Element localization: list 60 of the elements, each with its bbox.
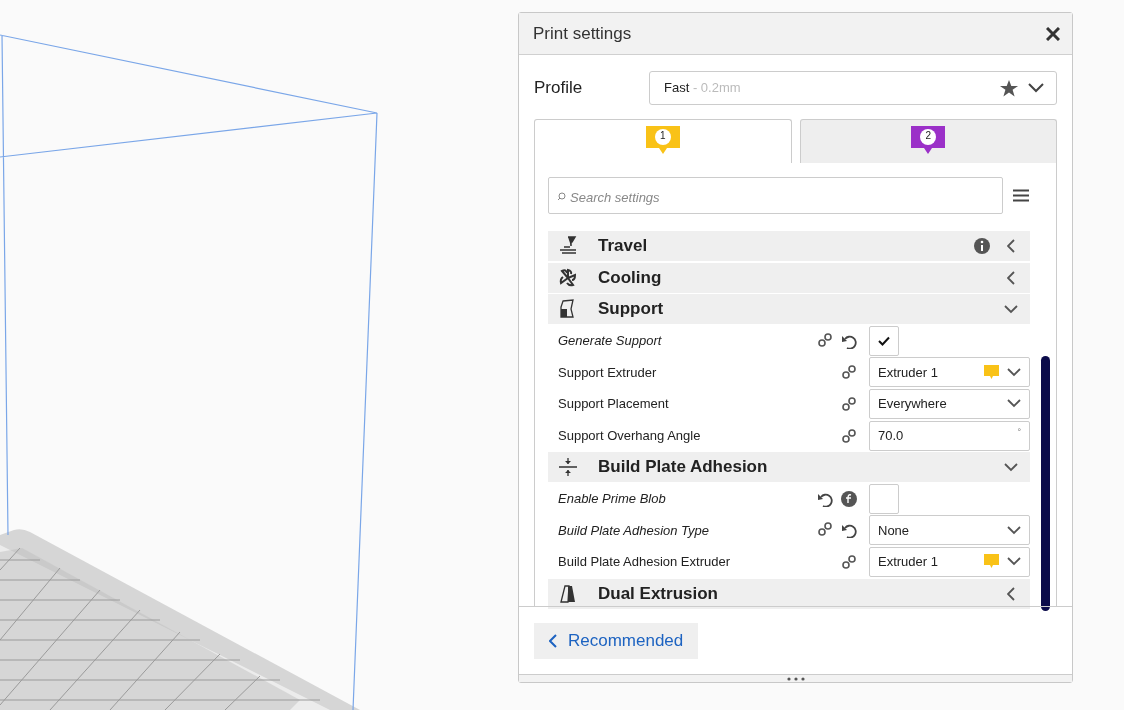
checkbox[interactable] xyxy=(869,483,899,514)
chevron-left-icon[interactable] xyxy=(1006,270,1016,285)
link-icon[interactable] xyxy=(841,554,857,569)
chevron-down-icon[interactable] xyxy=(1004,304,1018,314)
link-icon[interactable] xyxy=(841,428,857,443)
star-icon[interactable] xyxy=(1000,79,1018,97)
reset-icon[interactable] xyxy=(841,522,857,539)
chevron-down-icon xyxy=(1028,83,1044,93)
dropdown[interactable]: None xyxy=(869,515,1030,546)
chevron-left-icon[interactable] xyxy=(1006,239,1016,253)
search-field[interactable]: Search settings xyxy=(548,177,1003,214)
link-icon[interactable] xyxy=(817,522,833,537)
link-icon[interactable] xyxy=(841,365,857,380)
extruder-tab[interactable]: 2 xyxy=(799,119,1057,163)
formula-icon[interactable] xyxy=(841,490,857,507)
dual-nozzle-icon xyxy=(558,583,578,604)
profile-dropdown[interactable]: Fast - 0.2mm xyxy=(649,71,1057,105)
category-header[interactable]: Build Plate Adhesion xyxy=(548,452,1030,483)
menu-icon[interactable] xyxy=(1013,189,1029,202)
extruder-tab[interactable]: 1 xyxy=(534,119,792,163)
category-header[interactable]: Travel xyxy=(548,231,1030,261)
chevron-down-icon xyxy=(1007,367,1021,377)
setting-label: Enable Prime Blob xyxy=(558,490,666,508)
chevron-left-icon[interactable] xyxy=(1006,586,1016,601)
chevron-left-icon xyxy=(549,633,558,648)
nozzle-icon xyxy=(558,236,578,256)
number-field[interactable]: 70.0 ° xyxy=(869,420,1030,451)
arrows-icon xyxy=(558,457,578,478)
category-header[interactable]: Cooling xyxy=(548,262,1030,293)
dropdown[interactable]: Everywhere xyxy=(869,388,1030,419)
setting-label: Support Overhang Angle xyxy=(558,426,701,445)
close-icon[interactable] xyxy=(1046,26,1060,41)
category-header[interactable]: Support xyxy=(548,294,1030,325)
search-icon xyxy=(557,192,566,201)
dropdown[interactable]: Extruder 1 xyxy=(869,357,1030,388)
checkbox[interactable] xyxy=(869,325,899,356)
setting-label: Build Plate Adhesion Extruder xyxy=(558,553,730,572)
drag-handle-icon[interactable] xyxy=(785,676,806,681)
link-icon[interactable] xyxy=(841,396,857,411)
extruder-badge: 1 xyxy=(645,126,680,156)
setting-label: Support Placement xyxy=(558,395,669,414)
check-icon xyxy=(878,335,890,346)
setting-label: Build Plate Adhesion Type xyxy=(558,521,710,540)
setting-label: Support Extruder xyxy=(558,363,657,382)
recommended-button[interactable]: Recommended xyxy=(534,622,699,659)
chevron-down-icon xyxy=(1007,399,1021,409)
category-header[interactable]: Dual Extrusion xyxy=(548,578,1030,609)
scrollbar[interactable] xyxy=(1041,356,1050,611)
info-icon[interactable] xyxy=(974,238,990,254)
fan-icon xyxy=(558,267,578,288)
window-title: Print settings xyxy=(533,22,632,45)
chevron-down-icon[interactable] xyxy=(1004,462,1018,472)
chevron-down-icon xyxy=(1007,525,1021,535)
extruder-badge: 2 xyxy=(911,126,946,156)
profile-label: Profile xyxy=(534,77,584,100)
setting-label: Generate Support xyxy=(558,332,662,351)
profile-value: Fast - 0.2mm xyxy=(664,79,741,98)
link-icon[interactable] xyxy=(817,332,833,347)
dropdown[interactable]: Extruder 1 xyxy=(869,546,1030,577)
chevron-down-icon xyxy=(1007,557,1021,567)
